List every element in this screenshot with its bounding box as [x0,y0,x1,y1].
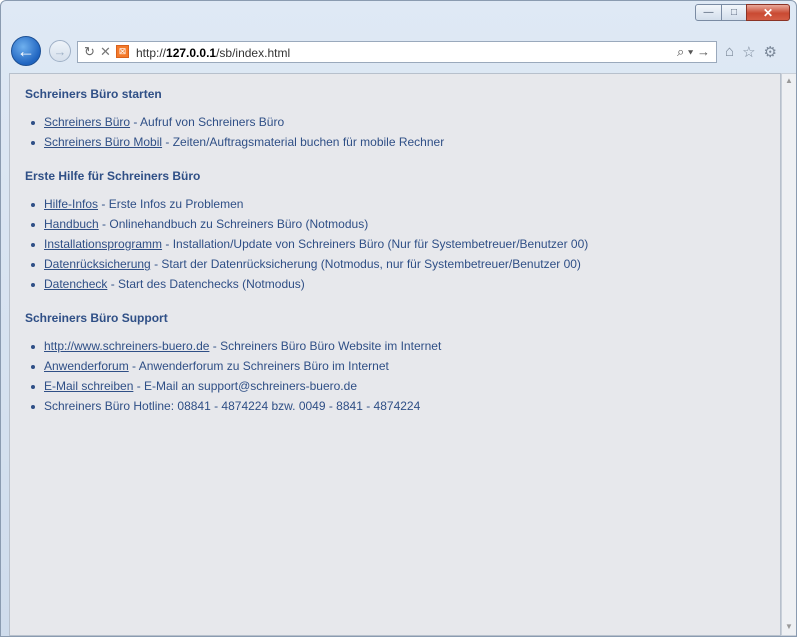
navigation-bar: ← → ↻ ✕ ⊠ http://127.0.0.1/sb/index.html… [1,31,796,71]
address-tools[interactable]: ⌕ ▾ → [677,44,710,60]
list-item: Schreiners Büro - Aufruf von Schreiners … [29,113,780,133]
home-icon[interactable]: ⌂ [725,43,734,61]
list-description: - Anwenderforum zu Schreiners Büro im In… [128,359,389,373]
url-text[interactable]: http://127.0.0.1/sb/index.html [136,46,290,60]
list-link[interactable]: Hilfe-Infos [44,197,98,211]
page-body: Schreiners Büro starten Schreiners Büro -… [10,74,780,417]
list-item: Schreiners Büro Mobil - Zeiten/Auftragsm… [29,133,780,153]
list-item: Hilfe-Infos - Erste Infos zu Problemen [29,195,780,215]
close-button[interactable]: ✕ [746,4,790,21]
section-heading: Schreiners Büro starten [25,87,162,101]
list-description: - Installation/Update von Schreiners Bür… [162,237,589,251]
link-list: Hilfe-Infos - Erste Infos zu Problemen Ha… [25,195,780,295]
forward-button[interactable]: → [49,40,71,62]
list-description: - Onlinehandbuch zu Schreiners Büro (Not… [98,217,369,231]
list-item: E-Mail schreiben - E-Mail an support@sch… [29,377,780,397]
list-item: Datencheck - Start des Datenchecks (Notm… [29,275,780,295]
page-content: Schreiners Büro starten Schreiners Büro -… [9,73,781,636]
list-link[interactable]: Schreiners Büro [44,115,130,129]
list-link[interactable]: E-Mail schreiben [44,379,133,393]
list-description: - Start der Datenrücksicherung (Notmodus… [150,257,581,271]
favorites-star-icon[interactable]: ☆ [742,43,755,61]
vertical-scrollbar[interactable]: ▲ ▼ [781,73,796,636]
list-item: Datenrücksicherung - Start der Datenrück… [29,255,780,275]
list-description: - Start des Datenchecks (Notmodus) [107,277,305,291]
list-item: http://www.schreiners-buero.de - Schrein… [29,337,780,357]
back-icon: ← [17,40,35,61]
list-link[interactable]: http://www.schreiners-buero.de [44,339,209,353]
minimize-button[interactable]: — [695,4,722,21]
list-description: - Zeiten/Auftragsmaterial buchen für mob… [162,135,445,149]
link-list: http://www.schreiners-buero.de - Schrein… [25,337,780,417]
forward-icon: → [53,43,67,59]
list-link[interactable]: Schreiners Büro Mobil [44,135,162,149]
list-item: Schreiners Büro Hotline: 08841 - 4874224… [29,397,780,417]
list-item: Anwenderforum - Anwenderforum zu Schrein… [29,357,780,377]
url-prefix: http:// [136,46,167,60]
favicon-icon: ⊠ [116,45,129,58]
scroll-up-icon[interactable]: ▲ [785,76,793,85]
settings-gear-icon[interactable]: ⚙ [764,43,777,61]
list-description: - Schreiners Büro Büro Website im Intern… [209,339,442,353]
back-button[interactable]: ← [11,36,41,66]
list-link[interactable]: Datencheck [44,277,107,291]
section-heading: Erste Hilfe für Schreiners Büro [25,169,201,183]
window-controls: — □ ✕ [695,4,790,22]
link-list: Schreiners Büro - Aufruf von Schreiners … [25,113,780,153]
list-link[interactable]: Datenrücksicherung [44,257,151,271]
list-item: Installationsprogramm - Installation/Upd… [29,235,780,255]
list-item: Handbuch - Onlinehandbuch zu Schreiners … [29,215,780,235]
list-description: Schreiners Büro Hotline: 08841 - 4874224… [44,399,421,413]
scroll-down-icon[interactable]: ▼ [785,622,793,631]
list-description: - E-Mail an support@schreiners-buero.de [133,379,357,393]
browser-toolbar-icons: ⌂ ☆ ⚙ [725,43,777,61]
list-description: - Erste Infos zu Problemen [98,197,244,211]
list-description: - Aufruf von Schreiners Büro [130,115,285,129]
maximize-button[interactable]: □ [721,4,747,21]
list-link[interactable]: Handbuch [44,217,99,231]
url-host: 127.0.0.1 [166,46,217,60]
stop-icon[interactable]: ✕ [100,44,111,60]
browser-window: — □ ✕ ← → ↻ ✕ ⊠ http://127.0.0.1/sb/inde… [0,0,797,637]
list-link[interactable]: Installationsprogramm [44,237,162,251]
url-path: /sb/index.html [216,46,291,60]
section-heading: Schreiners Büro Support [25,311,168,325]
reload-icon[interactable]: ↻ [84,44,95,60]
list-link[interactable]: Anwenderforum [44,359,129,373]
address-bar[interactable]: ↻ ✕ ⊠ http://127.0.0.1/sb/index.html ⌕ ▾… [77,41,717,63]
